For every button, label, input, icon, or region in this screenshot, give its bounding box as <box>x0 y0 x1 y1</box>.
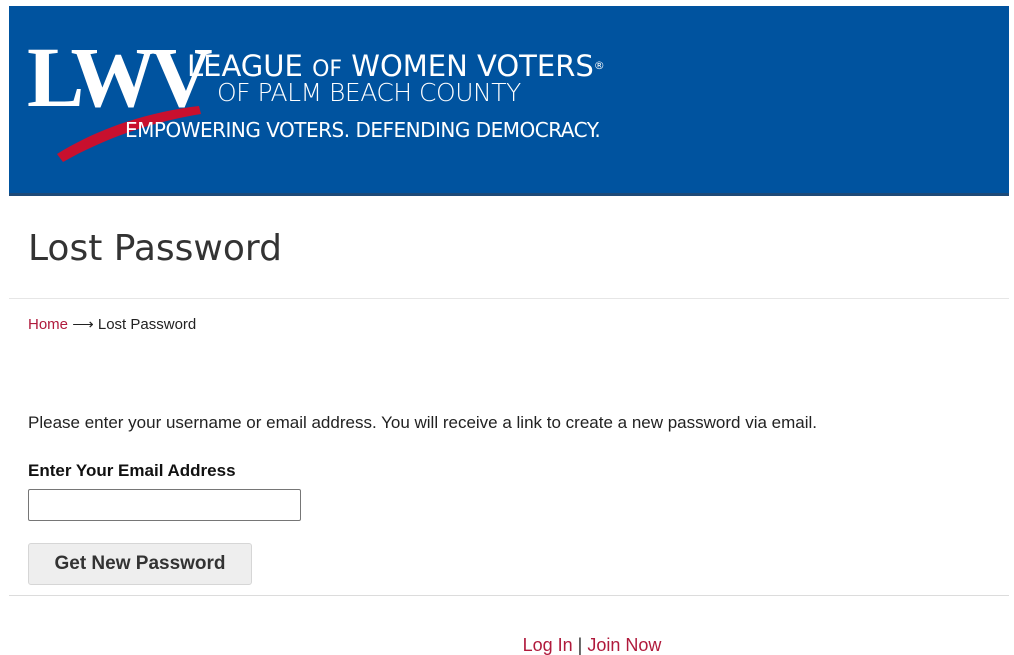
email-input[interactable] <box>28 489 301 521</box>
breadcrumb-home-link[interactable]: Home <box>28 316 68 333</box>
breadcrumb: Home ⟶ Lost Password <box>28 316 196 334</box>
instructions-text: Please enter your username or email addr… <box>28 413 818 432</box>
lwv-logo[interactable]: LWV <box>27 34 213 164</box>
org-name-line2: OF PALM BEACH COUNTY <box>217 78 521 107</box>
title-divider <box>9 298 1009 299</box>
page-title: Lost Password <box>28 228 282 269</box>
tagline: EMPOWERING VOTERS. DEFENDING DEMOCRACY. <box>125 118 601 142</box>
breadcrumb-separator: ⟶ <box>72 316 94 333</box>
header-banner: LWV LEAGUE OF WOMEN VOTERS® OF PALM BEAC… <box>9 6 1009 196</box>
footer-divider: | <box>577 635 583 655</box>
get-new-password-button[interactable]: Get New Password <box>28 543 252 585</box>
join-now-link[interactable]: Join Now <box>587 635 661 655</box>
footer-links: Log In | Join Now <box>0 634 1014 655</box>
login-link[interactable]: Log In <box>523 635 573 655</box>
logo-swoosh-icon <box>57 106 201 162</box>
breadcrumb-current: Lost Password <box>97 316 197 333</box>
form-divider <box>9 595 1009 596</box>
page: LWV LEAGUE OF WOMEN VOTERS® OF PALM BEAC… <box>0 0 1014 655</box>
email-label: Enter Your Email Address <box>28 461 236 480</box>
